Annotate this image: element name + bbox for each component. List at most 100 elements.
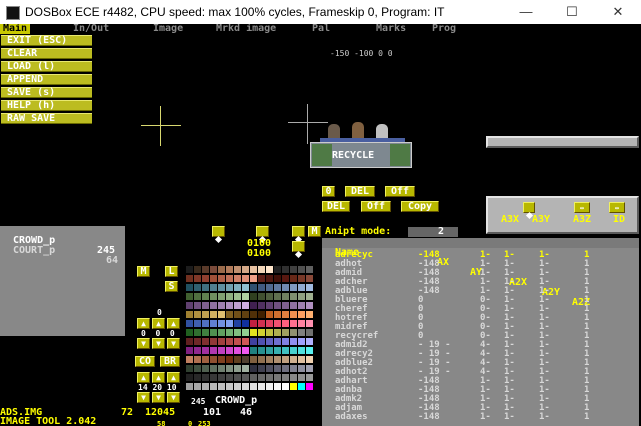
minimize-button[interactable]: — [503, 2, 549, 22]
menu-pal[interactable]: Pal [312, 24, 330, 34]
palette-swatch[interactable] [186, 275, 193, 282]
palette-swatch[interactable] [274, 329, 281, 336]
palette-swatch[interactable] [202, 338, 209, 345]
palette-swatch[interactable] [210, 284, 217, 291]
up-arrow-button[interactable]: ▲ [167, 372, 180, 383]
palette-swatch[interactable] [282, 284, 289, 291]
palette-swatch[interactable] [306, 302, 313, 309]
palette-swatch[interactable] [290, 374, 297, 381]
palette-swatch[interactable] [250, 293, 257, 300]
m-button[interactable]: M [308, 226, 321, 237]
palette-swatch[interactable] [234, 266, 241, 273]
palette-swatch[interactable] [266, 302, 273, 309]
down-arrow-button[interactable]: ▼ [152, 392, 165, 403]
palette-swatch[interactable] [306, 275, 313, 282]
palette-swatch[interactable] [282, 293, 289, 300]
palette-swatch[interactable] [274, 374, 281, 381]
table-row[interactable]: adblue2- 19 -4- 1- 1- 1 [322, 358, 627, 368]
palette-swatch[interactable] [210, 275, 217, 282]
palette-swatch[interactable] [306, 347, 313, 354]
palette-swatch[interactable] [234, 383, 241, 390]
palette-swatch[interactable] [202, 329, 209, 336]
off-button-1[interactable]: Off [385, 186, 415, 197]
palette-swatch[interactable] [194, 329, 201, 336]
palette-swatch[interactable] [194, 311, 201, 318]
palette-swatch[interactable] [234, 284, 241, 291]
palette-swatch[interactable] [274, 293, 281, 300]
down-arrow-button[interactable]: ▼ [167, 338, 180, 349]
palette-swatch[interactable] [250, 374, 257, 381]
table-row[interactable]: adaxes -148 1- 1- 1- 1 [322, 412, 627, 422]
palette-swatch[interactable] [282, 347, 289, 354]
palette-swatch[interactable] [290, 347, 297, 354]
palette-swatch[interactable] [234, 275, 241, 282]
up-arrow-button[interactable]: ▲ [167, 318, 180, 329]
palette-swatch[interactable] [194, 284, 201, 291]
palette-swatch[interactable] [298, 293, 305, 300]
palette-swatch[interactable] [242, 293, 249, 300]
palette-swatch[interactable] [250, 311, 257, 318]
pal-l-button[interactable]: L [165, 266, 178, 277]
palette-swatch[interactable] [274, 266, 281, 273]
palette-swatch[interactable] [298, 311, 305, 318]
palette-swatch[interactable] [290, 329, 297, 336]
palette-swatch[interactable] [282, 266, 289, 273]
palette-swatch[interactable] [298, 374, 305, 381]
palette-swatch[interactable] [210, 356, 217, 363]
table-row[interactable]: adrecy2- 19 -4- 1- 1- 1 [322, 349, 627, 359]
clear-button[interactable]: CLEAR [1, 48, 92, 59]
palette-swatch[interactable] [218, 284, 225, 291]
palette-swatch[interactable] [210, 320, 217, 327]
palette-swatch[interactable] [202, 266, 209, 273]
palette-swatch[interactable] [274, 365, 281, 372]
palette-swatch[interactable] [282, 356, 289, 363]
table-row[interactable]: adblue -148 1- 1- 1- 1 [322, 286, 627, 296]
palette-swatch[interactable] [290, 293, 297, 300]
palette-swatch[interactable] [282, 311, 289, 318]
palette-swatch[interactable] [290, 383, 297, 390]
palette-swatch[interactable] [226, 266, 233, 273]
save-button[interactable]: SAVE (s) [1, 87, 92, 98]
palette-swatch[interactable] [210, 347, 217, 354]
palette-swatch[interactable] [242, 284, 249, 291]
palette-swatch[interactable] [298, 302, 305, 309]
palette-swatch[interactable] [250, 329, 257, 336]
palette-swatch[interactable] [306, 383, 313, 390]
palette-swatch[interactable] [210, 329, 217, 336]
up-arrow-button[interactable]: ▲ [137, 372, 150, 383]
palette-swatch[interactable] [250, 320, 257, 327]
palette-swatch[interactable] [202, 302, 209, 309]
load-button[interactable]: LOAD (l) [1, 61, 92, 72]
palette-swatch[interactable] [194, 383, 201, 390]
palette-swatch[interactable] [258, 293, 265, 300]
palette-swatch[interactable] [250, 302, 257, 309]
palette-swatch[interactable] [298, 320, 305, 327]
menu-mrkd-image[interactable]: Mrkd image [216, 24, 276, 34]
table-row[interactable]: adhot2- 19 -4- 1- 1- 1 [322, 367, 627, 377]
palette-swatch[interactable] [202, 356, 209, 363]
palette-swatch[interactable] [282, 338, 289, 345]
up-arrow-button[interactable]: ▲ [152, 372, 165, 383]
palette-swatch[interactable] [194, 365, 201, 372]
palette-swatch[interactable] [258, 275, 265, 282]
palette-swatch[interactable] [298, 383, 305, 390]
palette-swatch[interactable] [218, 275, 225, 282]
del-button-2[interactable]: DEL [322, 201, 350, 212]
palette-swatch[interactable] [186, 329, 193, 336]
palette-swatch[interactable] [266, 311, 273, 318]
palette-swatch[interactable] [298, 275, 305, 282]
off-button-2[interactable]: Off [361, 201, 391, 212]
palette-swatch[interactable] [242, 302, 249, 309]
table-row[interactable]: adnba -148 1- 1- 1- 1 [322, 385, 627, 395]
palette-swatch[interactable] [306, 338, 313, 345]
br-button[interactable]: BR [160, 356, 180, 367]
palette-swatch[interactable] [266, 284, 273, 291]
palette-swatch[interactable] [282, 383, 289, 390]
palette-swatch[interactable] [202, 311, 209, 318]
palette-swatch[interactable] [282, 374, 289, 381]
palette-swatch[interactable] [298, 266, 305, 273]
palette-swatch[interactable] [202, 365, 209, 372]
palette-swatch[interactable] [210, 338, 217, 345]
maximize-button[interactable]: ☐ [549, 2, 595, 22]
diamond-button-4[interactable] [292, 241, 305, 259]
